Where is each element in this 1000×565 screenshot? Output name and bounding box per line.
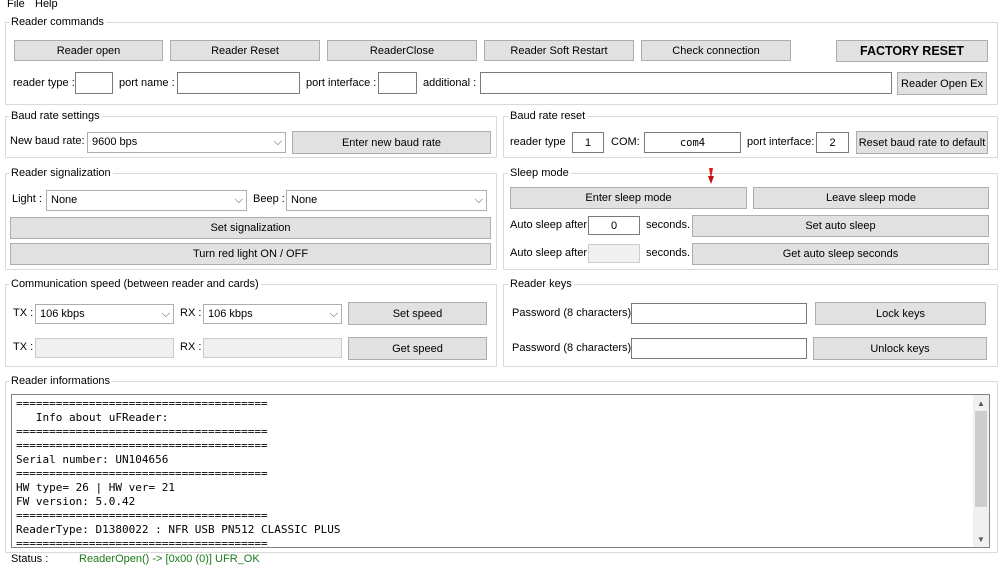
reader-type-label: reader type : xyxy=(13,77,75,89)
light-label: Light : xyxy=(12,193,42,205)
password-label-2: Password (8 characters) : xyxy=(512,342,638,354)
reader-info-title: Reader informations xyxy=(9,375,113,387)
factory-reset-button[interactable]: FACTORY RESET xyxy=(836,40,988,62)
light-selected: None xyxy=(51,194,78,206)
baud-reset-title: Baud rate reset xyxy=(508,110,588,122)
unlock-password-input[interactable] xyxy=(631,338,807,359)
reader-open-button[interactable]: Reader open xyxy=(14,40,163,61)
port-interface-input[interactable] xyxy=(378,72,417,94)
menu-file[interactable]: File xyxy=(7,0,25,10)
baud-rate-selected: 9600 bps xyxy=(92,136,138,148)
sleep-mode-title: Sleep mode xyxy=(508,167,571,179)
rx-speed-select[interactable]: 106 kbps ⌵ xyxy=(203,304,342,324)
additional-label: additional : xyxy=(423,77,477,89)
rx-label-2: RX : xyxy=(180,341,202,353)
tx-speed-select[interactable]: 106 kbps ⌵ xyxy=(35,304,174,324)
leave-sleep-button[interactable]: Leave sleep mode xyxy=(753,187,989,209)
reader-close-button[interactable]: ReaderClose xyxy=(327,40,477,61)
reader-type-input[interactable] xyxy=(75,72,113,94)
reset-baud-default-button[interactable]: Reset baud rate to default xyxy=(856,131,988,154)
light-select[interactable]: None ⌵ xyxy=(46,190,247,211)
tx-label: TX : xyxy=(13,307,34,319)
reset-port-interface-input[interactable] xyxy=(816,132,849,153)
chevron-down-icon: ⌵ xyxy=(234,194,243,206)
unlock-keys-button[interactable]: Unlock keys xyxy=(813,337,987,360)
password-label: Password (8 characters) : xyxy=(512,307,638,319)
seconds-label: seconds. xyxy=(646,219,691,231)
beep-selected: None xyxy=(291,194,318,206)
auto-sleep-label: Auto sleep after xyxy=(510,219,588,231)
enter-baud-button[interactable]: Enter new baud rate xyxy=(292,131,491,154)
baud-settings-title: Baud rate settings xyxy=(9,110,102,122)
reset-reader-type-input[interactable] xyxy=(572,132,604,153)
chevron-down-icon: ⌵ xyxy=(474,194,483,206)
reader-info-text: ====================================== I… xyxy=(16,397,341,548)
seconds-label-2: seconds. xyxy=(646,247,691,259)
beep-label: Beep : xyxy=(253,193,285,205)
rx-label: RX : xyxy=(180,307,202,319)
tx-speed-readout xyxy=(35,338,174,358)
check-connection-button[interactable]: Check connection xyxy=(641,40,791,61)
set-speed-button[interactable]: Set speed xyxy=(348,302,487,325)
lock-password-input[interactable] xyxy=(631,303,807,324)
chevron-down-icon: ⌵ xyxy=(329,308,338,320)
get-speed-button[interactable]: Get speed xyxy=(348,337,487,360)
reader-soft-restart-button[interactable]: Reader Soft Restart xyxy=(484,40,634,61)
signalization-title: Reader signalization xyxy=(9,167,113,179)
reader-commands-title: Reader commands xyxy=(9,16,106,28)
scroll-thumb[interactable] xyxy=(975,411,987,507)
reset-reader-type-label: reader type xyxy=(510,136,566,148)
scroll-up-icon[interactable]: ▲ xyxy=(973,395,989,411)
chevron-down-icon: ⌵ xyxy=(273,136,282,148)
baud-rate-select[interactable]: 9600 bps ⌵ xyxy=(87,132,286,153)
chevron-down-icon: ⌵ xyxy=(161,308,170,320)
set-signalization-button[interactable]: Set signalization xyxy=(10,217,491,239)
status-label: Status : xyxy=(11,553,49,565)
reader-keys-title: Reader keys xyxy=(508,278,574,290)
tx-speed-selected: 106 kbps xyxy=(40,308,85,320)
comm-speed-title: Communication speed (between reader and … xyxy=(9,278,261,290)
tx-label-2: TX : xyxy=(13,341,34,353)
port-name-input[interactable] xyxy=(177,72,300,94)
rx-speed-selected: 106 kbps xyxy=(208,308,253,320)
rx-speed-readout xyxy=(203,338,342,358)
reset-port-interface-label: port interface: xyxy=(747,136,815,148)
menu-bar: File Help xyxy=(0,0,1000,12)
new-baud-label: New baud rate: xyxy=(10,135,85,147)
port-name-label: port name : xyxy=(119,77,175,89)
lock-keys-button[interactable]: Lock keys xyxy=(815,302,986,325)
auto-sleep-input[interactable] xyxy=(588,216,640,235)
menu-help[interactable]: Help xyxy=(35,0,58,10)
reader-open-ex-button[interactable]: Reader Open Ex xyxy=(897,72,987,95)
enter-sleep-button[interactable]: Enter sleep mode xyxy=(510,187,747,209)
port-interface-label: port interface : xyxy=(306,77,377,89)
auto-sleep-label-2: Auto sleep after xyxy=(510,247,588,259)
scroll-down-icon[interactable]: ▼ xyxy=(973,531,989,547)
com-input[interactable] xyxy=(644,132,741,153)
beep-select[interactable]: None ⌵ xyxy=(286,190,487,211)
log-scrollbar[interactable]: ▲ ▼ xyxy=(973,395,989,547)
com-label: COM: xyxy=(611,136,640,148)
status-value: ReaderOpen() -> [0x00 (0)] UFR_OK xyxy=(79,553,260,565)
auto-sleep-readout xyxy=(588,244,640,263)
reader-info-log[interactable]: ====================================== I… xyxy=(11,394,990,548)
reader-reset-button[interactable]: Reader Reset xyxy=(170,40,320,61)
additional-input[interactable] xyxy=(480,72,892,94)
red-light-toggle-button[interactable]: Turn red light ON / OFF xyxy=(10,243,491,265)
get-auto-sleep-button[interactable]: Get auto sleep seconds xyxy=(692,243,989,265)
set-auto-sleep-button[interactable]: Set auto sleep xyxy=(692,215,989,237)
mouse-cursor-icon xyxy=(708,168,714,184)
